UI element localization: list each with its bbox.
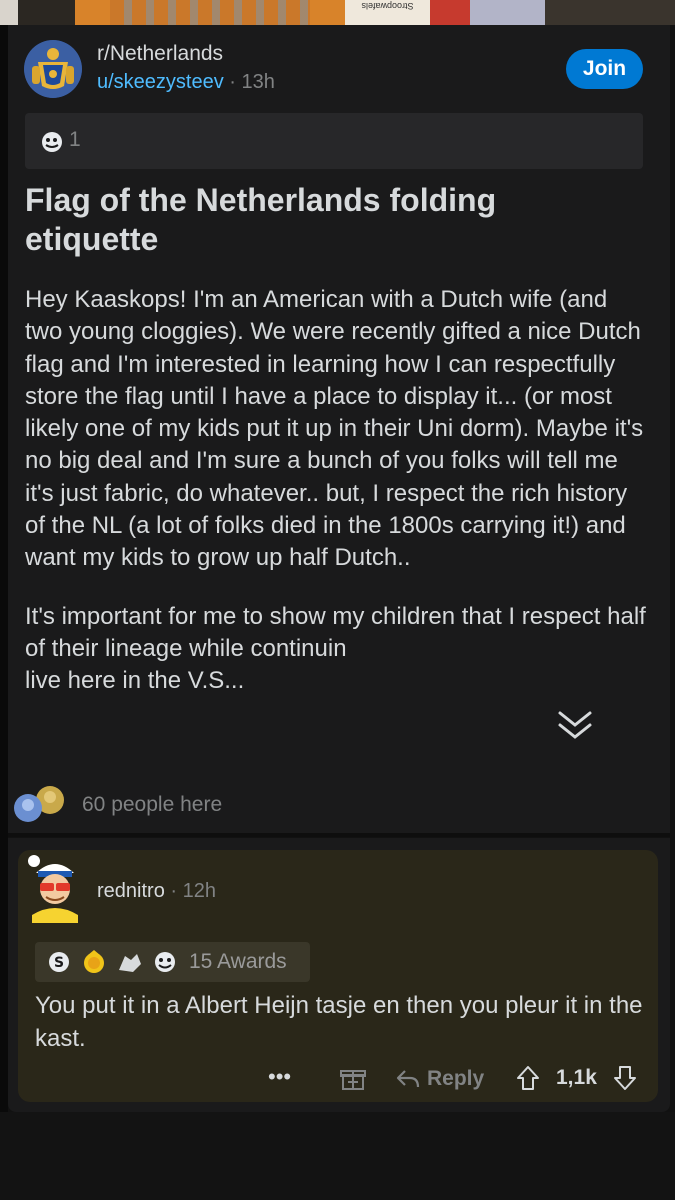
bottom-area (0, 1112, 675, 1200)
downvote-icon[interactable] (612, 1064, 638, 1092)
more-options-button[interactable]: ••• (268, 1064, 291, 1090)
comment-meta: rednitro · 12h (97, 880, 216, 903)
post-body[interactable]: Hey Kaaskops! I'm an American with a Dut… (25, 284, 650, 724)
divider (8, 833, 670, 837)
meta-separator: · (164, 880, 183, 902)
reply-label: Reply (427, 1067, 485, 1090)
comment-actions: ••• Reply 1,1k (260, 1062, 650, 1096)
user-avatar-icon[interactable] (26, 853, 84, 923)
join-button[interactable]: Join (566, 49, 643, 89)
body-paragraph-truncated: It's important for me to show my childre… (25, 602, 646, 662)
post-age: 13h (241, 71, 275, 93)
hands-award-icon (119, 954, 141, 972)
comment-awards-bar[interactable]: S 15 Awards (35, 942, 310, 982)
comment-award-icons: S (49, 950, 175, 973)
post-author[interactable]: u/skeezysteev (97, 71, 224, 93)
subreddit-crest-icon[interactable] (24, 40, 82, 98)
post-meta: u/skeezysteev · 13h (97, 71, 275, 94)
body-paragraph: Hey Kaaskops! I'm an American with a Dut… (25, 286, 644, 572)
background-photo-strip: Stroopwafels (0, 0, 675, 25)
reply-arrow-icon (396, 1070, 420, 1088)
body-paragraph: It's important for me to show my childre… (25, 601, 650, 698)
award-icon (42, 132, 62, 152)
photo-label: Stroopwafels (361, 1, 414, 11)
post-awards-bar[interactable]: 1 (25, 113, 643, 169)
awards-count-label: 15 Awards (189, 950, 287, 973)
silver-award-icon: S (49, 952, 69, 972)
smile-award-icon (155, 952, 175, 972)
body-paragraph-end: live here in the V.S... (25, 667, 245, 695)
left-edge (0, 25, 8, 1200)
award-count: 1 (69, 128, 81, 151)
vote-score: 1,1k (556, 1066, 597, 1089)
presence-avatars-icon (14, 786, 64, 822)
gift-icon[interactable] (340, 1065, 366, 1091)
subreddit-name[interactable]: r/Netherlands (97, 42, 223, 66)
presence-text: 60 people here (82, 793, 223, 816)
comment-author[interactable]: rednitro (97, 880, 165, 902)
reply-button[interactable]: Reply (395, 1064, 484, 1094)
meta-separator: · (223, 71, 242, 93)
expand-chevron-icon[interactable] (552, 705, 598, 745)
comment-age: 12h (182, 880, 216, 902)
post-title[interactable]: Flag of the Netherlands folding etiquett… (25, 181, 625, 259)
svg-text:S: S (54, 955, 64, 971)
wholesome-award-icon (84, 950, 104, 973)
upvote-icon[interactable] (515, 1064, 541, 1092)
comment-text[interactable]: You put it in a Albert Heijn tasje en th… (35, 989, 645, 1055)
